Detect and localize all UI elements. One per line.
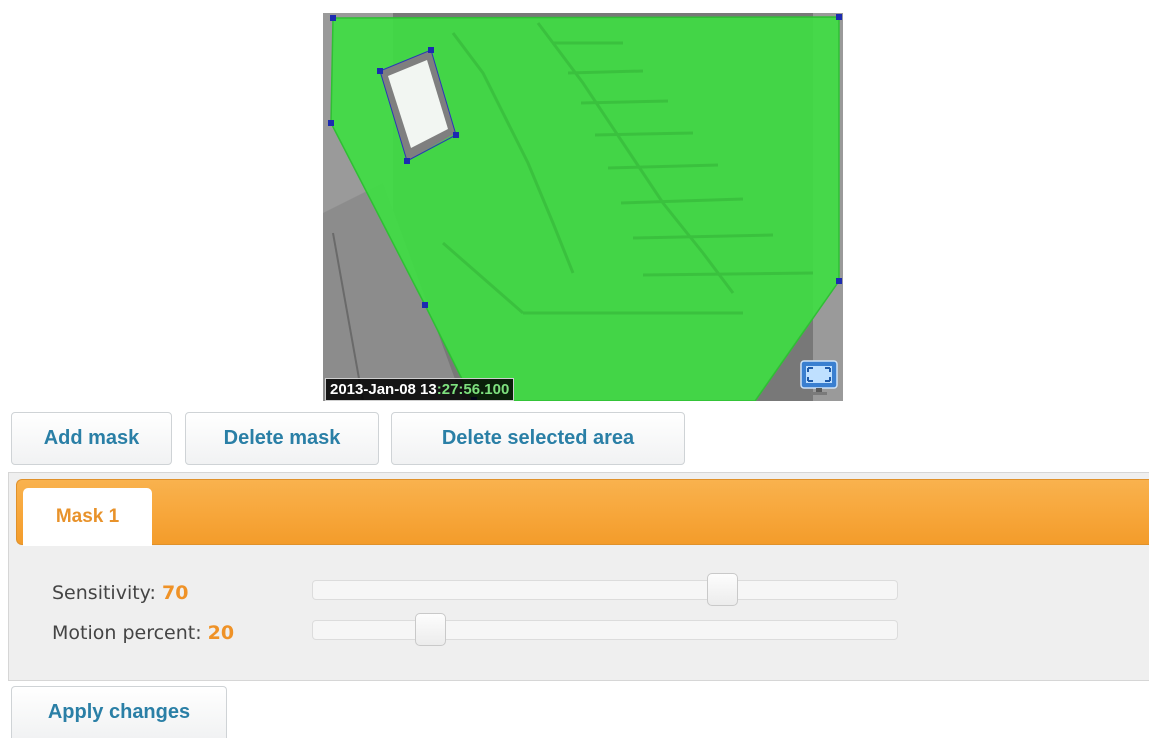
fullscreen-monitor-icon (800, 360, 838, 395)
apply-changes-button[interactable]: Apply changes (11, 686, 227, 738)
delete-mask-button[interactable]: Delete mask (185, 412, 379, 465)
sensitivity-label-row: Sensitivity: 70 (52, 582, 188, 604)
camera-scene[interactable] (323, 13, 843, 401)
timestamp-date: 2013-Jan-08 13 (330, 381, 437, 398)
add-mask-button[interactable]: Add mask (11, 412, 172, 465)
mask-settings-panel: Mask 1 Sensitivity: 70 Motion percent: 2… (8, 472, 1149, 681)
motion-percent-label-row: Motion percent: 20 (52, 622, 234, 644)
motion-percent-slider[interactable] (312, 613, 898, 646)
fullscreen-button[interactable] (799, 360, 839, 396)
timestamp-time: :27:56.100 (436, 381, 510, 398)
mask-tab-bar: Mask 1 (16, 479, 1149, 546)
timestamp-overlay: 2013-Jan-08 13:27:56.100 (325, 378, 515, 401)
motion-mask-editor: 2013-Jan-08 13:27:56.100 Add mask Delete… (0, 0, 1149, 738)
motion-percent-label: Motion percent: (52, 622, 202, 644)
delete-selected-area-button[interactable]: Delete selected area (391, 412, 685, 465)
motion-percent-slider-handle[interactable] (414, 613, 446, 646)
tab-mask-1[interactable]: Mask 1 (23, 488, 152, 546)
motion-percent-value: 20 (207, 622, 235, 644)
sensitivity-value: 70 (161, 582, 189, 604)
camera-preview[interactable]: 2013-Jan-08 13:27:56.100 (323, 13, 843, 401)
sensitivity-slider-handle[interactable] (706, 573, 738, 606)
sensitivity-slider[interactable] (312, 573, 898, 606)
sensitivity-label: Sensitivity: (52, 582, 156, 604)
